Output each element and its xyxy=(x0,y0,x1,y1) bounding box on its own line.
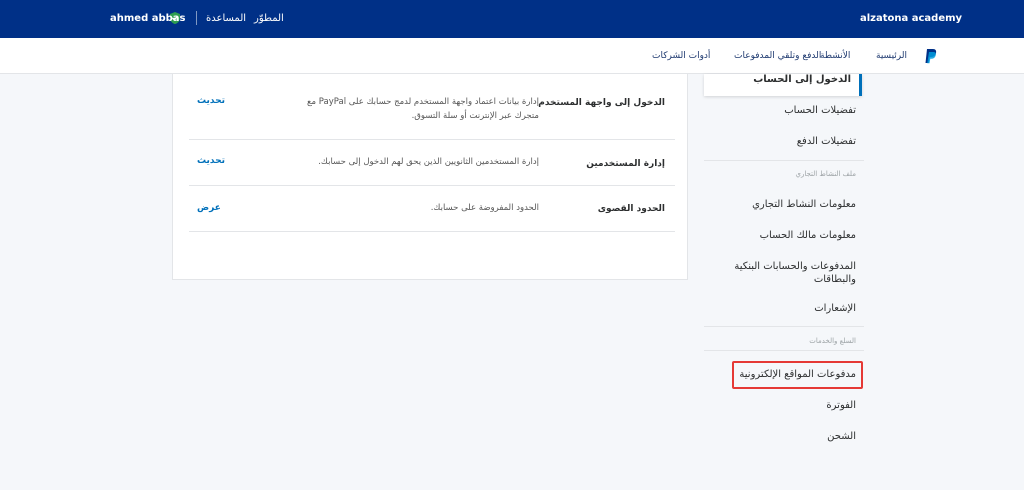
divider xyxy=(704,326,864,327)
table-row: الحدود القصوى الحدود المفروضة على حسابك.… xyxy=(189,186,675,232)
nav-business-tools[interactable]: أدوات الشركات xyxy=(652,51,710,61)
update-api-access-link[interactable]: تحديث xyxy=(197,96,225,106)
sidebar-item-payment-preferences[interactable]: تفضيلات الدفع xyxy=(716,135,856,148)
table-row: الدخول إلى واجهة المستخدم إدارة بيانات ا… xyxy=(189,74,675,140)
account-access-card: الدخول إلى واجهة المستخدم إدارة بيانات ا… xyxy=(172,74,688,280)
sidebar-item-account-preferences[interactable]: تفضيلات الحساب xyxy=(716,104,856,117)
nav-activity[interactable]: الأنشطة xyxy=(820,51,850,61)
row-title: الدخول إلى واجهة المستخدم xyxy=(538,98,665,108)
top-bar: alzatona academy المطوّر المساعدة ahmed … xyxy=(0,0,1024,38)
update-users-link[interactable]: تحديث xyxy=(197,156,225,166)
row-description: إدارة بيانات اعتماد واجهة المستخدم لدمج … xyxy=(307,97,539,121)
nav-pay-receive[interactable]: الدفع وتلقي المدفوعات xyxy=(734,51,821,61)
account-name[interactable]: alzatona academy xyxy=(860,13,962,24)
highlight-box xyxy=(732,361,863,389)
nav-home[interactable]: الرئيسية xyxy=(876,51,907,61)
section-heading-products-services: السلع والخدمات xyxy=(809,337,856,345)
secondary-nav: الرئيسية الأنشطة الدفع وتلقي المدفوعات أ… xyxy=(0,38,1024,74)
developer-link[interactable]: المطوّر xyxy=(254,13,284,24)
divider xyxy=(704,160,864,161)
user-name[interactable]: ahmed abbas xyxy=(110,13,185,24)
divider xyxy=(704,350,864,351)
paypal-logo-icon[interactable] xyxy=(924,48,938,64)
sidebar-item-payments-banks-cards[interactable]: المدفوعات والحسابات البنكية والبطاقات xyxy=(716,260,856,286)
divider xyxy=(196,11,197,25)
sidebar-item-owner-info[interactable]: معلومات مالك الحساب xyxy=(716,229,856,242)
row-title: إدارة المستخدمين xyxy=(586,159,665,169)
row-description: إدارة المستخدمين الثانويين الذين يحق لهم… xyxy=(318,157,539,167)
sidebar-item-label: الدخول إلى الحساب xyxy=(753,74,851,85)
sidebar-item-shipping[interactable]: الشحن xyxy=(716,430,856,443)
help-link[interactable]: المساعدة xyxy=(206,13,246,24)
sidebar-item-account-access[interactable]: الدخول إلى الحساب xyxy=(704,74,862,96)
table-row: إدارة المستخدمين إدارة المستخدمين الثانو… xyxy=(189,140,675,186)
sidebar-item-business-info[interactable]: معلومات النشاط التجاري xyxy=(716,198,856,211)
section-heading-business-profile: ملف النشاط التجاري xyxy=(795,170,856,178)
row-description: الحدود المفروضة على حسابك. xyxy=(430,203,539,213)
sidebar-item-invoicing[interactable]: الفوترة xyxy=(716,399,856,412)
view-limits-link[interactable]: عرض xyxy=(197,203,221,213)
row-title: الحدود القصوى xyxy=(597,204,665,214)
settings-sidebar: الدخول إلى الحساب تفضيلات الحساب تفضيلات… xyxy=(704,74,864,490)
sidebar-item-notifications[interactable]: الإشعارات xyxy=(716,302,856,315)
